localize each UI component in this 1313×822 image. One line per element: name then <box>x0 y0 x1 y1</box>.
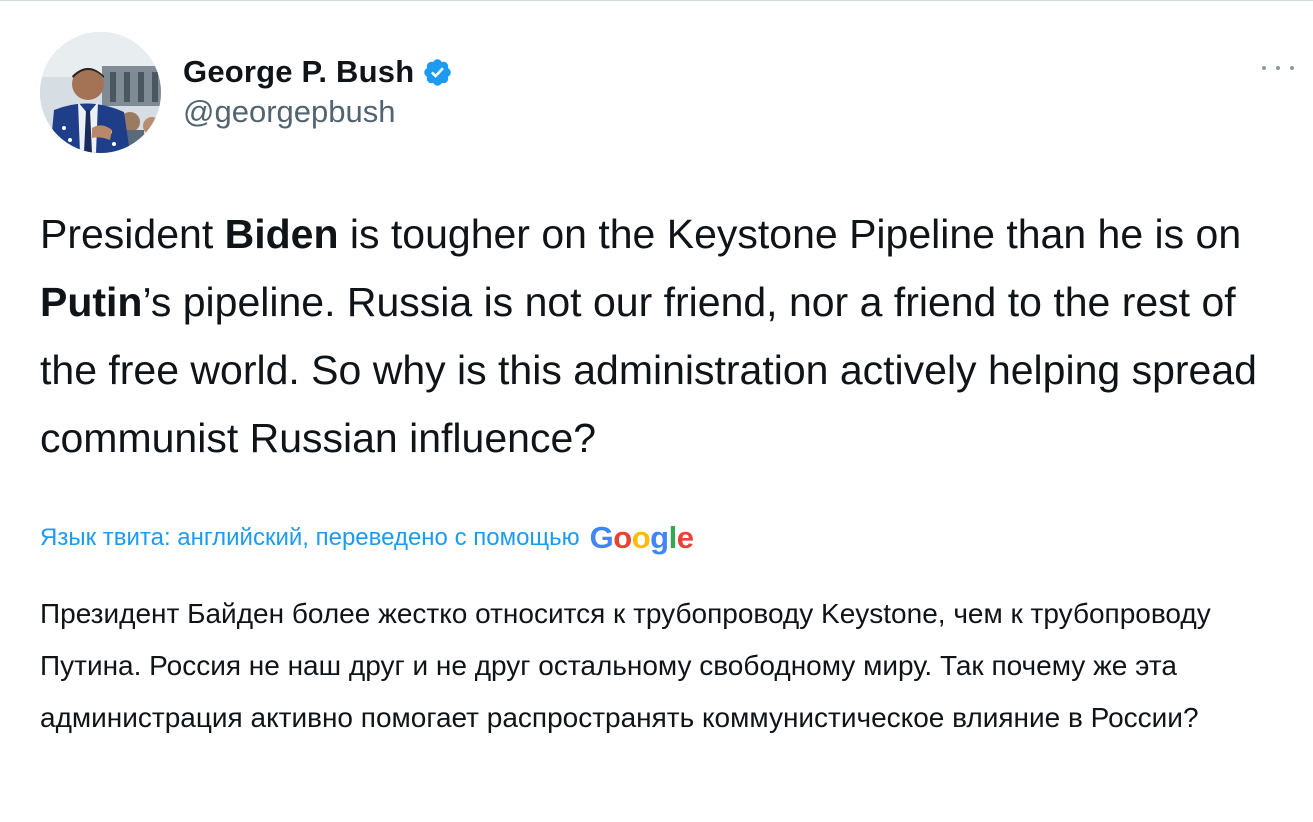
avatar[interactable] <box>40 32 161 153</box>
tweet-text-bold: Putin <box>40 279 143 325</box>
tweet-text-part: President <box>40 211 225 257</box>
tweet-text-bold: Biden <box>224 211 339 257</box>
google-logo: Google <box>589 520 694 555</box>
more-options-icon[interactable] <box>1262 56 1294 80</box>
more-dot <box>1276 66 1280 70</box>
translation-label[interactable]: Язык твита: английский, переведено с пом… <box>40 524 580 552</box>
translation-attribution: Язык твита: английский, переведено с пом… <box>40 520 694 556</box>
more-dot <box>1290 66 1294 70</box>
more-dot <box>1262 66 1266 70</box>
author-display-name[interactable]: George P. Bush <box>183 54 414 90</box>
top-divider <box>0 0 1313 1</box>
tweet-text: President Biden is tougher on the Keysto… <box>40 200 1300 472</box>
tweet-text-part: is tougher on the Keystone Pipeline than… <box>338 211 1242 257</box>
author-name-row[interactable]: George P. Bush <box>183 52 453 92</box>
translated-text: Президент Байден более жестко относится … <box>40 598 1211 733</box>
profile-photo <box>40 32 161 153</box>
verified-badge-icon <box>422 57 453 88</box>
author-handle[interactable]: @georgepbush <box>183 94 395 130</box>
tweet-text-part: ’s pipeline. Russia is not our friend, n… <box>40 279 1257 461</box>
